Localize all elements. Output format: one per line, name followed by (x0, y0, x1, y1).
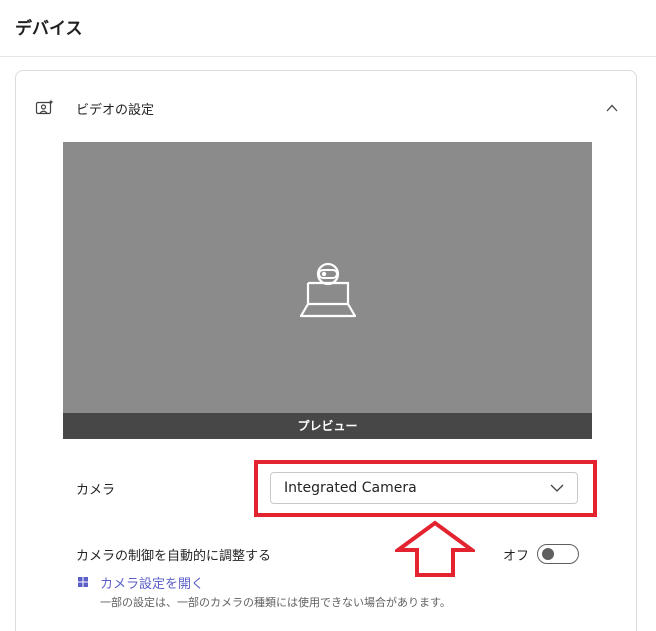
video-settings-title: ビデオの設定 (76, 103, 155, 118)
toggle-state-label: オフ (503, 549, 530, 564)
video-settings-icon (35, 99, 54, 115)
camera-icon (299, 262, 357, 318)
preview-bar: プレビュー (63, 413, 592, 439)
open-camera-settings-link[interactable]: カメラ設定を開く (100, 573, 204, 592)
camera-preview: プレビュー (63, 142, 592, 439)
preview-label: プレビュー (297, 419, 358, 433)
auto-adjust-label: カメラの制御を自動的に調整する (76, 549, 272, 564)
chevron-up-icon[interactable] (605, 101, 619, 115)
page-title: デバイス (15, 19, 83, 39)
windows-icon (78, 577, 88, 587)
page: デバイス ビデオの設定 プレビュー カメラ Integrated Camera (0, 0, 656, 631)
auto-adjust-toggle[interactable] (537, 544, 579, 564)
camera-label: カメラ (76, 483, 116, 498)
settings-note: 一部の設定は、一部のカメラの種類には使用できない場合があります。 (100, 596, 451, 609)
arrow-up-annotation (395, 520, 475, 577)
video-settings-header[interactable]: ビデオの設定 (35, 94, 621, 122)
toggle-knob (542, 548, 554, 560)
header-divider (0, 56, 656, 57)
highlight-box (254, 460, 597, 517)
